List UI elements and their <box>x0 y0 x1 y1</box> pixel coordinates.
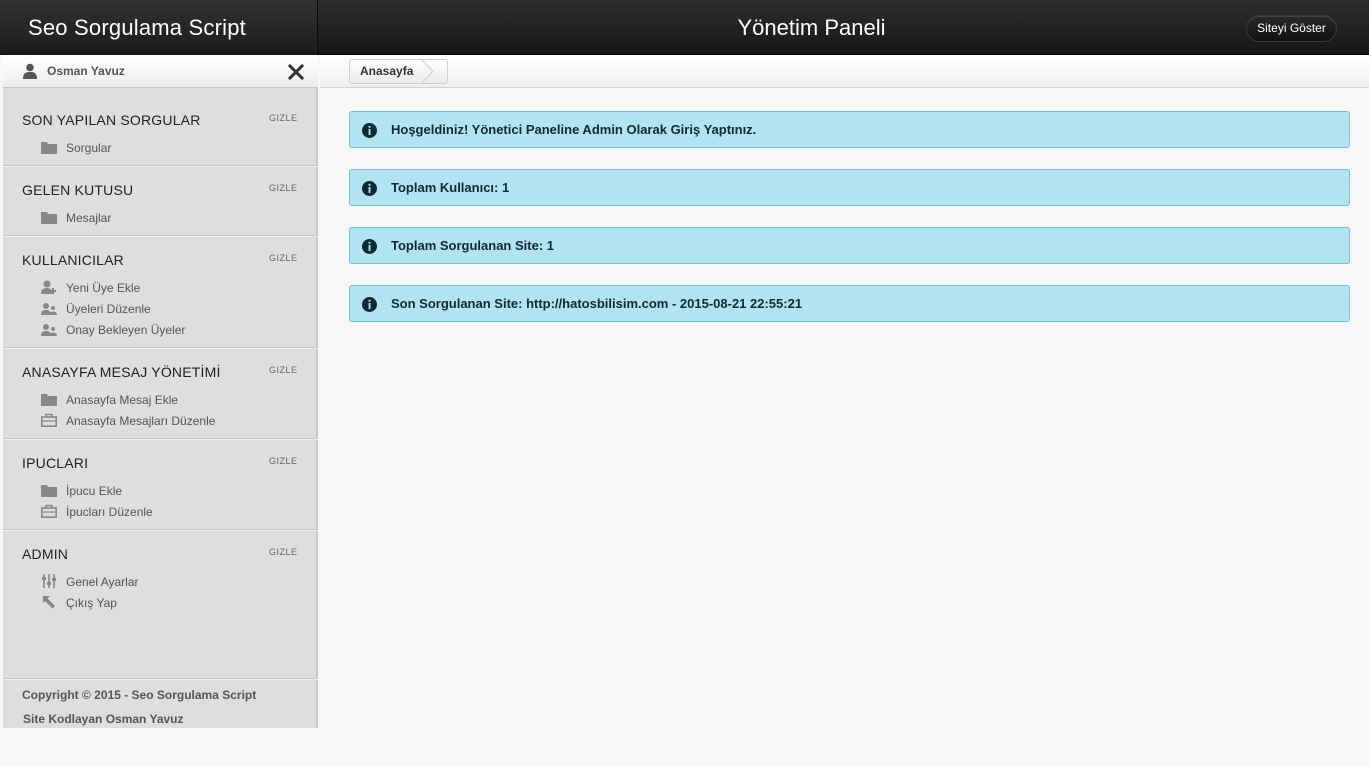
sidebar-section-tips: IPUCLARI GIZLE İpucu Ekle İpucları Düzen… <box>3 439 318 530</box>
folder-icon <box>41 394 57 406</box>
sidebar-section-homepage-messages: ANASAYFA MESAJ YÖNETİMİ GIZLE Anasayfa M… <box>3 348 318 439</box>
users-icon <box>41 303 57 315</box>
breadcrumb: Anasayfa <box>320 55 1369 88</box>
user-name[interactable]: Osman Yavuz <box>47 55 125 88</box>
info-icon <box>362 123 377 138</box>
info-icon <box>362 297 377 312</box>
sidebar: Osman Yavuz SON YAPILAN SORGULAR GIZLE S… <box>3 55 318 728</box>
sidebar-item-label: Anasayfa Mesajları Düzenle <box>66 414 216 428</box>
sidebar-item-label: Çıkış Yap <box>66 596 117 610</box>
users-icon <box>41 324 57 336</box>
folder-icon <box>41 485 57 497</box>
alert-text: Toplam Sorgulanan Site: 1 <box>391 238 555 253</box>
section-title: SON YAPILAN SORGULAR <box>22 112 201 128</box>
section-title: ADMIN <box>22 546 69 562</box>
folder-icon <box>41 212 57 224</box>
hide-link[interactable]: GIZLE <box>269 183 298 193</box>
hide-link[interactable]: GIZLE <box>269 253 298 263</box>
sidebar-item-label: Anasayfa Mesaj Ekle <box>66 393 179 407</box>
sidebar-item-label: Yeni Üye Ekle <box>66 281 141 295</box>
copyright-text: Copyright © 2015 - Seo Sorgulama Script <box>22 688 257 702</box>
sidebar-item-label: İpucu Ekle <box>66 484 123 498</box>
hide-link[interactable]: GIZLE <box>269 456 298 466</box>
sidebar-section-admin: ADMIN GIZLE Genel Ayarlar Çıkış Yap <box>3 530 318 679</box>
alert-total-users: Toplam Kullanıcı: 1 <box>349 169 1350 206</box>
sidebar-item-label: Mesajlar <box>66 211 112 225</box>
info-icon <box>362 181 377 196</box>
sidebar-item-label: İpucları Düzenle <box>66 505 153 519</box>
sidebar-item-label: Sorgular <box>66 141 112 155</box>
alert-last-queried-site: Son Sorgulanan Site: http://hatosbilisim… <box>349 285 1350 322</box>
sidebar-footer: Copyright © 2015 - Seo Sorgulama Script … <box>3 679 318 728</box>
sidebar-item-label: Üyeleri Düzenle <box>66 302 151 316</box>
alert-welcome: Hoşgeldiniz! Yönetici Paneline Admin Ola… <box>349 111 1350 148</box>
page-title: Yönetim Paneli <box>737 15 886 40</box>
sidebar-item-label: Onay Bekleyen Üyeler <box>66 323 186 337</box>
hide-link[interactable]: GIZLE <box>269 365 298 375</box>
alert-text: Hoşgeldiniz! Yönetici Paneline Admin Ola… <box>391 122 757 137</box>
top-bar: Seo Sorgulama Script Yönetim Paneli Site… <box>0 0 1369 55</box>
hide-link[interactable]: GIZLE <box>269 547 298 557</box>
info-icon <box>362 239 377 254</box>
sidebar-section-users: KULLANICILAR GIZLE Yeni Üye Ekle Üyeleri… <box>3 236 318 348</box>
sidebar-section-recent-queries: SON YAPILAN SORGULAR GIZLE Sorgular <box>3 96 318 166</box>
breadcrumb-home[interactable]: Anasayfa <box>349 59 448 84</box>
user-add-icon <box>41 280 56 294</box>
alert-text: Toplam Kullanıcı: 1 <box>391 180 510 195</box>
user-bar: Osman Yavuz <box>3 55 318 88</box>
close-icon[interactable] <box>287 63 305 81</box>
alert-text: Son Sorgulanan Site: http://hatosbilisim… <box>391 296 803 311</box>
alert-total-queried-sites: Toplam Sorgulanan Site: 1 <box>349 227 1350 264</box>
chevron-right-icon <box>421 59 434 84</box>
folder-icon <box>41 142 57 154</box>
show-site-button[interactable]: Siteyi Göster <box>1246 15 1337 42</box>
user-icon <box>23 63 37 79</box>
section-title: IPUCLARI <box>22 455 89 471</box>
briefcase-icon <box>41 413 57 427</box>
breadcrumb-home-label: Anasayfa <box>360 64 414 78</box>
hide-link[interactable]: GIZLE <box>269 113 298 123</box>
section-title: ANASAYFA MESAJ YÖNETİMİ <box>22 364 221 380</box>
sidebar-item-label: Genel Ayarlar <box>66 575 139 589</box>
section-title: KULLANICILAR <box>22 252 124 268</box>
coder-credit: Site Kodlayan Osman Yavuz <box>23 712 184 726</box>
brand-title[interactable]: Seo Sorgulama Script <box>0 0 318 55</box>
sidebar-section-inbox: GELEN KUTUSU GIZLE Mesajlar <box>3 166 318 236</box>
sliders-icon <box>42 574 56 588</box>
section-title: GELEN KUTUSU <box>22 182 134 198</box>
bottom-strip <box>0 728 320 766</box>
briefcase-icon <box>41 504 57 518</box>
arrow-up-left-icon <box>43 596 55 609</box>
